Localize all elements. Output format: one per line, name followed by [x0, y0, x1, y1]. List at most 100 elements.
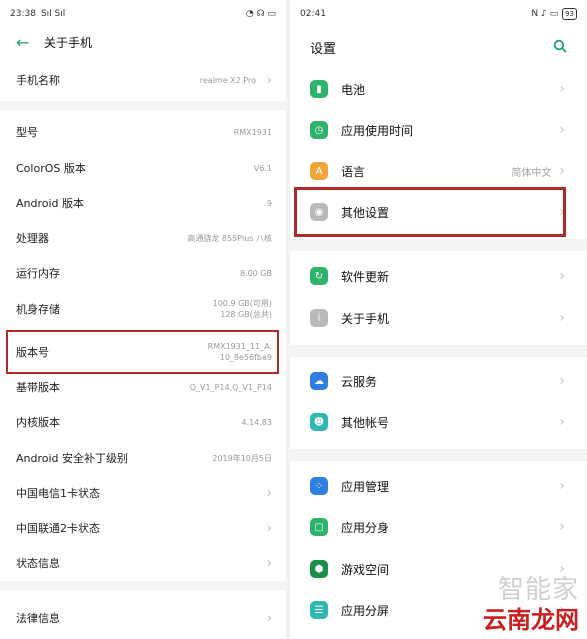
settings-row[interactable]: ▢ 应用分身 ›	[290, 506, 587, 548]
settings-row-label: 语言	[341, 164, 366, 179]
settings-row-label: 游戏空间	[341, 562, 390, 577]
page-title: 设置	[310, 41, 337, 57]
about-row[interactable]: 中国电信1卡状态 ›	[0, 475, 286, 511]
chevron-right-icon: ›	[266, 485, 272, 501]
about-row-value: 9	[266, 198, 272, 208]
about-row-label: 状态信息	[16, 557, 60, 570]
about-row[interactable]: 中国联通2卡状态 ›	[0, 510, 286, 546]
account-icon: ☻	[310, 413, 328, 431]
chevron-right-icon: ›	[559, 310, 565, 326]
settings-row-label: 关于手机	[341, 311, 390, 326]
about-phone-screen: 23:38 Sıl Sıl ◔ ☊ ▭ ← 关于手机 手机名称 realme X2…	[0, 0, 286, 639]
chevron-right-icon: ›	[559, 163, 565, 179]
software-update-icon: ↻	[310, 267, 328, 285]
about-row-label: 处理器	[16, 232, 49, 245]
chevron-right-icon: ›	[266, 610, 272, 626]
page-title: 关于手机	[44, 35, 93, 50]
status-bar-left: 23:38 Sıl Sıl ◔ ☊ ▭	[0, 0, 286, 28]
status-icons: ◔ ☊ ▭	[245, 9, 276, 19]
about-row-value: 100.9 GB(可用) 128 GB(总共)	[212, 299, 272, 319]
about-row-value: 高通骁龙 855Plus 八核	[187, 233, 272, 243]
chevron-right-icon: ›	[559, 478, 565, 494]
about-row[interactable]: 法律信息 ›	[0, 600, 286, 636]
about-row: ColorOS 版本 V6.1	[0, 150, 286, 186]
about-row-value: V6.1	[253, 163, 272, 173]
split-screen-icon: ☰	[310, 601, 328, 619]
language-icon: A	[310, 162, 328, 180]
section-divider	[0, 581, 286, 590]
chevron-right-icon: ›	[266, 555, 272, 571]
chevron-right-icon: ›	[559, 519, 565, 535]
about-row-label: Android 安全补丁级别	[16, 452, 129, 465]
watermark: 智能家 云南龙网	[483, 569, 579, 635]
settings-row[interactable]: ↻ 软件更新 ›	[290, 255, 587, 297]
about-row-label: 中国联通2卡状态	[16, 522, 100, 535]
settings-row[interactable]: ☁ 云服务 ›	[290, 360, 587, 402]
about-row-label: ColorOS 版本	[16, 162, 86, 175]
settings-row[interactable]: ⁘ 应用管理 ›	[290, 465, 587, 507]
about-row-value: RMX1931	[233, 127, 272, 137]
app-management-icon: ⁘	[310, 477, 328, 495]
app-clone-icon: ▢	[310, 518, 328, 536]
chevron-right-icon: ›	[559, 373, 565, 389]
settings-row-label: 应用分身	[341, 520, 390, 535]
about-row-label: 内核版本	[16, 416, 60, 429]
about-row-label: 中国电信1卡状态	[16, 487, 100, 500]
about-row: 型号 RMX1931	[0, 114, 286, 150]
settings-row-label: 应用分屏	[341, 603, 390, 618]
settings-row[interactable]: ▮ 电池 ›	[290, 68, 587, 110]
settings-row-label: 应用使用时间	[341, 123, 414, 138]
arrow-left-icon[interactable]: ←	[16, 33, 38, 52]
highlight-box-other-settings	[294, 187, 566, 237]
settings-row[interactable]: ◷ 应用使用时间 ›	[290, 109, 587, 151]
section-divider	[290, 449, 587, 461]
chevron-right-icon: ›	[559, 81, 565, 97]
signal-icon: Sıl Sıl	[40, 9, 66, 19]
about-row[interactable]: 状态信息 ›	[0, 545, 286, 581]
section-divider	[290, 345, 587, 357]
about-row-label: 基带版本	[16, 381, 60, 394]
about-row-label: 机身存储	[16, 303, 60, 316]
chevron-right-icon: ›	[266, 520, 272, 536]
settings-row-label: 云服务	[341, 374, 378, 389]
about-row: Android 版本 9	[0, 185, 286, 221]
chevron-right-icon: ›	[559, 122, 565, 138]
battery-icon: ▮	[310, 80, 328, 98]
about-row-value: 2019年10月5日	[212, 453, 272, 463]
chevron-right-icon: ›	[559, 268, 565, 284]
status-bar-right: 02:41 N ♪ ▭ 93	[290, 0, 587, 28]
about-row-value: realme X2 Pro	[199, 75, 256, 85]
battery-level: 93	[562, 8, 577, 20]
highlight-box-version	[6, 330, 279, 374]
settings-row-label: 电池	[341, 82, 366, 97]
settings-row-label: 软件更新	[341, 269, 390, 284]
search-icon[interactable]	[553, 38, 567, 57]
about-row-label: 型号	[16, 126, 38, 139]
about-row-label: Android 版本	[16, 197, 85, 210]
app-usage-icon: ◷	[310, 121, 328, 139]
settings-row[interactable]: ☻ 其他帐号 ›	[290, 401, 587, 443]
settings-row[interactable]: A 语言 简体中文 ›	[290, 150, 587, 192]
status-time: 02:41	[300, 9, 326, 19]
watermark-line2: 云南龙网	[483, 606, 579, 634]
settings-screen: 02:41 N ♪ ▭ 93 设置 ▮ 电池 › ◷ 应用使用时间 › A 语言 简体中文 › ◉ 其…	[290, 0, 587, 639]
status-time: 23:38	[10, 9, 36, 19]
settings-header: 设置	[290, 28, 587, 66]
about-row: 运行内存 8.00 GB	[0, 255, 286, 291]
settings-row-value: 简体中文	[511, 167, 552, 179]
about-row-value: 4.14.83	[241, 417, 272, 427]
settings-row-label: 其他帐号	[341, 415, 390, 430]
section-divider	[0, 101, 286, 110]
status-icons: N ♪ ▭	[531, 9, 559, 19]
chevron-right-icon: ›	[266, 72, 272, 88]
about-row[interactable]: 手机名称 realme X2 Pro ›	[0, 62, 286, 98]
section-divider	[290, 239, 587, 251]
about-row: 基带版本 Q_V1_P14,Q_V1_P14	[0, 369, 286, 405]
settings-row[interactable]: i 关于手机 ›	[290, 297, 587, 339]
about-row-label: 运行内存	[16, 267, 60, 280]
about-row-value: Q_V1_P14,Q_V1_P14	[189, 382, 272, 392]
about-row-label: 手机名称	[16, 74, 60, 87]
about-row: 处理器 高通骁龙 855Plus 八核	[0, 220, 286, 256]
about-row: 内核版本 4.14.83	[0, 404, 286, 440]
about-row: 机身存储 100.9 GB(可用) 128 GB(总共)	[0, 291, 286, 327]
